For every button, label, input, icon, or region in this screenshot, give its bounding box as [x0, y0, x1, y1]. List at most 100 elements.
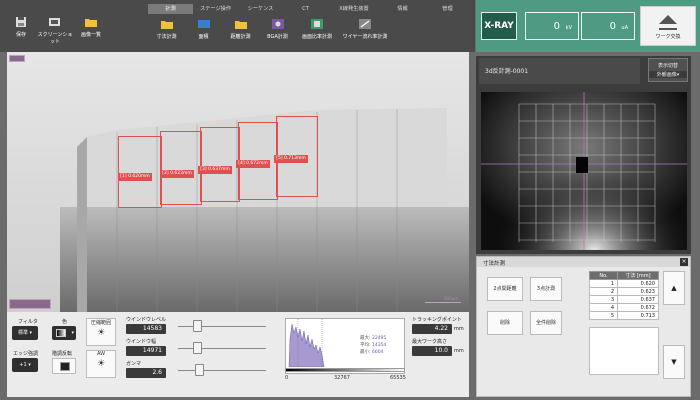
sun-icon: ☀	[96, 328, 106, 338]
up-arrow-icon: ▲	[671, 284, 677, 292]
table-row[interactable]: 2 0.623	[589, 287, 659, 296]
bga-measure-button[interactable]: BGA計測	[259, 17, 296, 47]
histogram-tick-min: 0	[285, 375, 289, 381]
measurement-box-2[interactable]	[160, 131, 202, 205]
histogram-gradient-bar	[285, 368, 405, 372]
area-button[interactable]: 面積	[185, 17, 222, 47]
wire-flow-measure-button[interactable]: ワイヤー流れ率計測	[338, 17, 392, 47]
table-row[interactable]: 3 0.637	[589, 295, 659, 304]
window-width-label: ウインドウ幅	[126, 339, 157, 345]
scroll-down-button[interactable]: ▼	[663, 345, 685, 379]
measurement-label-4: [4] 0.672mm	[236, 160, 270, 168]
auto-white-button[interactable]: AW ☀	[86, 350, 116, 378]
measurement-label-1: [1] 0.620mm	[118, 173, 152, 181]
tab-stage[interactable]: ステージ操作	[193, 4, 238, 14]
window-level-slider[interactable]	[178, 326, 266, 327]
close-icon[interactable]: ×	[680, 258, 688, 266]
measurement-table-empty-area	[589, 327, 659, 375]
ua-readout[interactable]: 0 uA	[581, 12, 635, 40]
scale-bar-label: 200um	[444, 296, 459, 301]
ua-unit: uA	[621, 25, 628, 31]
down-arrow-icon: ▼	[671, 358, 677, 366]
edge-enhance-label: エッジ強調	[13, 351, 39, 357]
tab-xray-generator[interactable]: X線発生装置	[328, 4, 380, 14]
window-level-slider-handle[interactable]	[193, 320, 202, 332]
measurement-table: No. 寸法 [mm] 1 0.620 2 0.623 3 0.637 4 0.672 …	[589, 271, 659, 320]
max-work-height-value[interactable]: 10.0	[412, 346, 452, 356]
tab-info[interactable]: 情報	[380, 4, 425, 14]
ratio-measure-button[interactable]: 画面比率計測	[296, 17, 338, 47]
two-point-distance-button[interactable]: 2点間距離	[487, 277, 523, 301]
auto-white-icon: ☀	[96, 359, 106, 369]
tab-measure[interactable]: 計測	[148, 4, 193, 14]
table-row[interactable]: 4 0.672	[589, 303, 659, 312]
main-toolbar: 保存 スクリーンショット 画像一覧 計測 ステージ操作 シーケンス CT X線発…	[0, 0, 475, 52]
image-tag	[9, 55, 25, 62]
tab-ct[interactable]: CT	[283, 4, 328, 14]
folder-icon	[85, 19, 97, 27]
tracking-point-label: トラッキングポイント	[412, 317, 462, 323]
measure-tools: 寸法計測 面積 距離計測 BGA計測 画面比率計測 ワイヤー流れ率計測	[148, 17, 392, 47]
distance-icon	[234, 21, 247, 29]
histogram-tick-mid: 32767	[334, 375, 350, 381]
camera-image	[481, 92, 687, 250]
filter-select[interactable]: 標準 ▾	[12, 326, 38, 340]
invert-button[interactable]	[52, 358, 76, 374]
chevron-down-icon: ▾	[71, 330, 74, 336]
table-row[interactable]: 5 0.713	[589, 311, 659, 320]
histogram[interactable]: 最大: 22495 平均: 14354 最小: 6604	[285, 318, 405, 374]
histogram-tick-max: 65535	[390, 375, 406, 381]
measurement-label-2: [2] 0.623mm	[160, 170, 194, 178]
scroll-up-button[interactable]: ▲	[663, 271, 685, 305]
gamma-slider-handle[interactable]	[195, 364, 204, 376]
table-row[interactable]: 1 0.620	[589, 279, 659, 288]
measurement-panel-title: 寸法計測	[477, 257, 690, 267]
max-work-height-unit: mm	[454, 348, 464, 354]
wire-icon	[359, 19, 371, 29]
dimension-measure-button[interactable]: 寸法計測	[148, 17, 185, 47]
three-point-measure-button[interactable]: 3点計測	[530, 277, 562, 301]
display-toggle-button[interactable]: 表示切替 外観画像▾	[648, 58, 688, 82]
screenshot-button[interactable]: スクリーンショット	[36, 17, 74, 47]
ratio-icon	[311, 19, 323, 29]
measurement-box-1[interactable]	[118, 136, 162, 208]
save-icon	[16, 17, 26, 27]
work-change-button[interactable]: ワーク交換	[640, 6, 696, 46]
save-button[interactable]: 保存	[6, 17, 36, 47]
window-width-slider[interactable]	[178, 348, 266, 349]
column-header-dimension: 寸法 [mm]	[617, 271, 659, 280]
eject-icon	[659, 15, 677, 24]
histogram-mean: 平均: 14354	[360, 343, 387, 348]
window-width-value[interactable]: 14971	[126, 346, 166, 356]
screenshot-icon	[49, 18, 60, 26]
image-list-button[interactable]: 画像一覧	[76, 17, 106, 47]
contrast-range-button[interactable]: 圧縮範囲 ☀	[86, 318, 116, 346]
distance-measure-button[interactable]: 距離計測	[222, 17, 259, 47]
camera-view[interactable]	[481, 92, 687, 250]
measurement-box-3[interactable]	[200, 127, 240, 202]
window-width-slider-handle[interactable]	[193, 342, 202, 354]
kv-readout[interactable]: 0 kV	[525, 12, 579, 40]
measurement-label-5: [5] 0.713mm	[274, 155, 308, 163]
delete-button[interactable]: 削除	[487, 311, 523, 335]
gamma-slider[interactable]	[178, 370, 266, 371]
window-level-label: ウインドウレベル	[126, 317, 167, 323]
kv-unit: kV	[565, 25, 572, 31]
tab-sequence[interactable]: シーケンス	[238, 4, 283, 14]
image-info-tag	[9, 299, 51, 309]
measure-icon	[160, 21, 173, 29]
tab-admin[interactable]: 管理	[425, 4, 470, 14]
color-select[interactable]: ▾	[52, 326, 76, 340]
tab-bar: 計測 ステージ操作 シーケンス CT X線発生装置 情報 管理	[148, 4, 470, 14]
edge-enhance-select[interactable]: +1 ▾	[12, 358, 38, 372]
gamma-value[interactable]: 2.6	[126, 368, 166, 378]
tracking-point-unit: mm	[454, 326, 464, 332]
window-level-value[interactable]: 14583	[126, 324, 166, 334]
measurement-label-3: [3] 0.637mm	[198, 166, 232, 174]
delete-all-button[interactable]: 全件削除	[530, 311, 562, 335]
tracking-point-value[interactable]: 4.22	[412, 324, 452, 334]
invert-icon	[60, 362, 70, 371]
xray-button[interactable]: X-RAY	[481, 12, 517, 40]
gamma-label: ガンマ	[126, 361, 142, 367]
area-icon	[197, 20, 210, 28]
